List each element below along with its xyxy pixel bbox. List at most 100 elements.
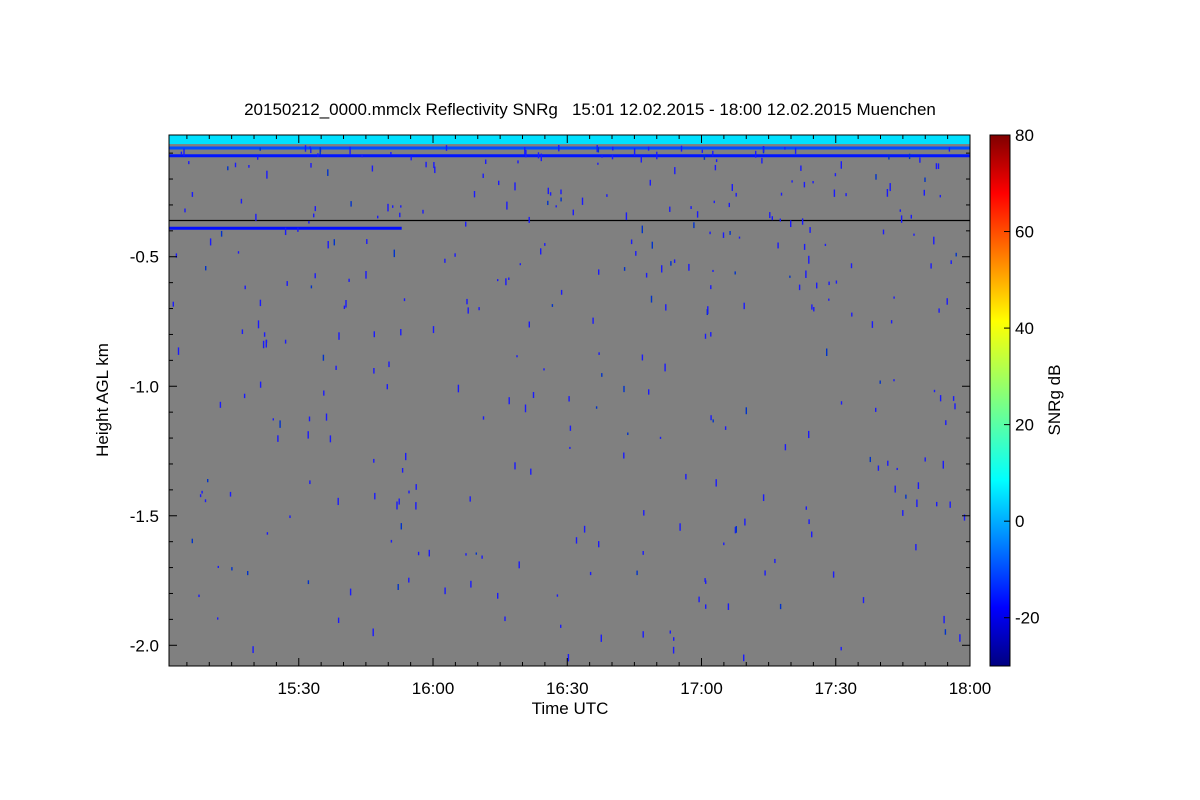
speckle xyxy=(643,510,645,516)
speckle xyxy=(642,631,644,638)
speckle xyxy=(949,501,951,508)
speckle xyxy=(217,617,219,620)
speckle xyxy=(890,320,893,324)
speckle xyxy=(635,251,637,256)
x-tick-label: 18:00 xyxy=(949,679,992,698)
speckle xyxy=(673,637,675,641)
speckle xyxy=(623,385,625,393)
speckle xyxy=(277,435,279,442)
speckle xyxy=(469,496,471,502)
speckle xyxy=(343,305,346,309)
x-axis-label: Time UTC xyxy=(532,699,609,718)
speckle xyxy=(938,308,940,313)
speckle xyxy=(641,354,644,361)
speckle xyxy=(833,189,836,197)
speckle xyxy=(745,407,747,415)
speckle xyxy=(674,167,676,175)
speckle xyxy=(762,494,765,502)
speckle xyxy=(661,265,663,273)
speckle xyxy=(743,302,745,310)
speckle xyxy=(808,519,810,525)
speckle xyxy=(659,436,662,439)
y-tick-label: -1.0 xyxy=(130,377,159,396)
colorbar-tick-label: -20 xyxy=(1015,609,1040,628)
speckle xyxy=(734,271,736,275)
speckle xyxy=(569,425,572,431)
speckle xyxy=(329,435,332,443)
y-tick-label: -0.5 xyxy=(130,248,159,267)
speckle xyxy=(372,628,374,637)
speckle xyxy=(764,570,766,576)
speckle xyxy=(813,307,815,312)
speckle xyxy=(669,630,671,634)
speckle xyxy=(337,497,339,506)
speckle xyxy=(596,145,598,153)
speckle xyxy=(465,221,467,227)
speckle xyxy=(597,162,599,165)
speckle xyxy=(371,165,374,172)
speckle xyxy=(307,431,309,439)
colorbar-tick-label: 40 xyxy=(1015,319,1034,338)
speckle xyxy=(518,561,520,569)
speckle xyxy=(679,523,681,531)
speckle xyxy=(735,192,737,197)
speckle xyxy=(403,298,406,302)
speckle xyxy=(314,273,316,279)
speckle xyxy=(470,580,472,588)
speckle xyxy=(445,145,448,151)
speckle xyxy=(780,192,783,196)
speckle xyxy=(255,213,257,221)
speckle xyxy=(640,156,642,163)
speckle xyxy=(851,312,853,317)
speckle xyxy=(728,202,730,208)
speckle xyxy=(648,389,650,395)
speckle xyxy=(875,407,877,412)
speckle xyxy=(944,629,947,635)
speckle xyxy=(560,197,562,202)
speckle xyxy=(259,299,262,307)
speckle xyxy=(572,209,574,216)
speckle xyxy=(392,205,394,208)
speckle xyxy=(348,278,350,282)
speckle xyxy=(338,332,340,340)
colorbar-tick-label: 60 xyxy=(1015,223,1034,242)
speckle xyxy=(936,501,938,507)
speckle xyxy=(524,404,527,413)
speckle xyxy=(712,269,714,272)
speckle xyxy=(705,604,707,609)
speckle xyxy=(349,146,351,155)
speckle xyxy=(597,147,600,153)
speckle xyxy=(519,263,521,266)
speckle xyxy=(933,389,936,393)
speckle xyxy=(481,555,483,559)
speckle xyxy=(201,490,203,494)
speckle xyxy=(390,539,393,543)
speckle xyxy=(729,231,731,235)
speckle xyxy=(845,193,847,197)
speckle xyxy=(651,241,653,249)
speckle xyxy=(209,238,212,246)
speckle xyxy=(349,588,352,596)
speckle xyxy=(933,236,935,245)
speckle xyxy=(478,307,480,311)
speckle xyxy=(199,494,202,498)
speckle xyxy=(247,571,249,576)
colorbar xyxy=(989,134,1011,667)
y-tick-label: -2.0 xyxy=(130,636,159,655)
speckle xyxy=(397,584,399,590)
speckle xyxy=(774,558,776,564)
speckle xyxy=(583,525,586,533)
speckle xyxy=(524,147,526,155)
speckle xyxy=(755,150,757,158)
speckle xyxy=(243,393,246,399)
speckle xyxy=(558,145,560,152)
speckle xyxy=(611,154,614,160)
speckle xyxy=(560,189,562,195)
speckle xyxy=(317,153,319,157)
speckle xyxy=(670,261,672,266)
speckle xyxy=(417,551,420,556)
speckle xyxy=(935,163,938,170)
speckle xyxy=(219,401,222,408)
speckle xyxy=(724,426,727,430)
speckle xyxy=(259,147,261,151)
